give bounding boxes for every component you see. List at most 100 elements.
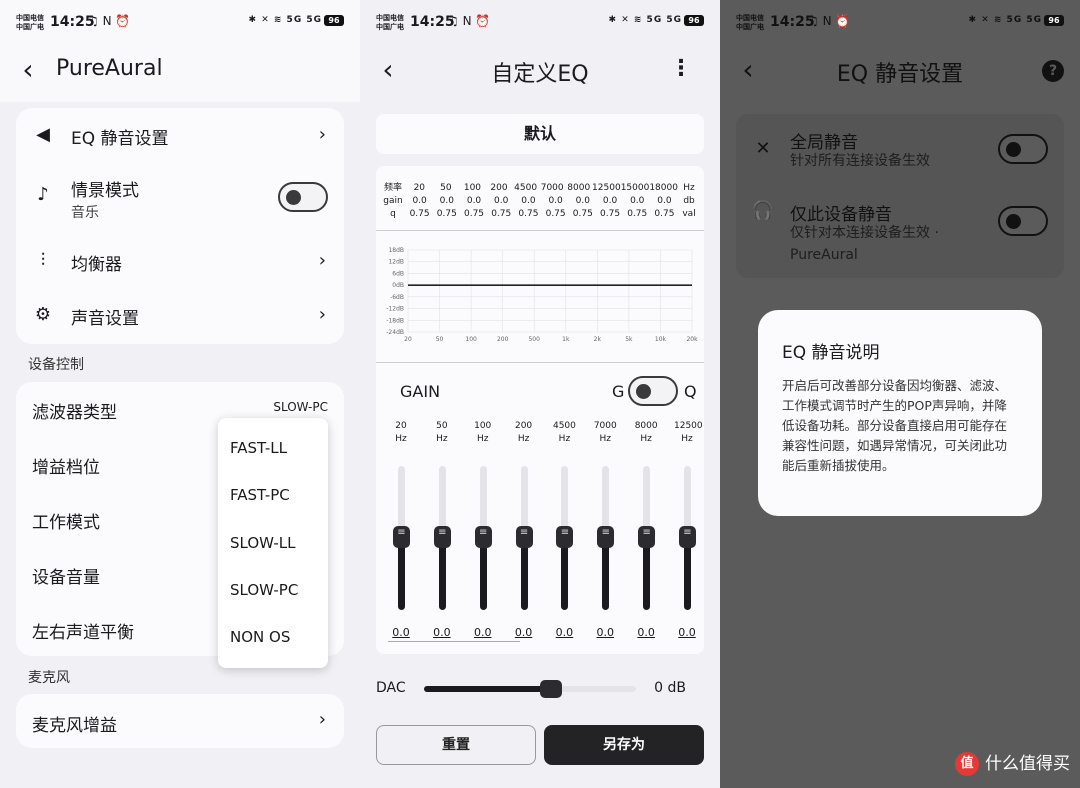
back-button[interactable]: ‹ [14,50,42,90]
menu-item-sound-settings[interactable]: ⚙ 声音设置 › [16,292,344,340]
q-cell: 0.75 [572,209,593,219]
page-title: EQ 静音设置 [836,62,964,87]
custom-eq-panel: 中国电信 中国广电 14:25 ♫ N ⏰ ✱ ✕ ≋ 5G 5G 96 ‹ 自定… [360,0,720,788]
band-gain-value[interactable]: 0.0 [429,626,455,639]
gear-icon: ⚙ [34,304,52,325]
menu-item-equalizer[interactable]: ⫶ 均衡器 › [16,238,344,286]
mic-gain-row[interactable]: 麦克风增益 › [16,697,344,745]
band-gain-value[interactable]: 0.0 [470,626,496,639]
eq-band-7000: 7000Hz 0.0 [592,420,618,650]
scene-mode-toggle[interactable] [278,182,328,212]
global-mute-toggle[interactable] [998,134,1048,164]
q-cell: q [390,209,396,219]
gain-cell: 0.0 [494,196,509,206]
menu-item-scene-mode[interactable]: ♪ 情景模式 音乐 [16,170,344,230]
menu-item-eq-mute[interactable]: ◀ EQ 静音设置 › [16,112,344,160]
page-title: 自定义EQ [491,62,589,87]
section-microphone: 麦克风 [28,670,70,686]
speaker-icon: ◀ [36,124,50,145]
band-gain-value[interactable]: 0.0 [388,626,414,639]
freq-cell: 100 [463,183,482,193]
band-frequency-label: 4500 Hz [552,421,576,444]
chevron-right-icon: › [318,304,326,325]
eq-mute-info-dialog: EQ 静音说明 开启后可改善部分设备因均衡器、滤波、工作模式调节时产生的POP声… [758,310,1042,516]
band-gain-value[interactable]: 0.0 [511,626,537,639]
preset-selector[interactable]: 默认 [376,114,704,154]
filter-option-non-os[interactable]: NON OS [230,628,290,646]
q-cell: 0.75 [409,209,430,219]
band-slider-thumb[interactable] [474,526,492,548]
signal-icons: ✱ ✕ ≋ 5G 5G [248,15,322,25]
band-slider-thumb[interactable] [597,526,615,548]
eq-mute-settings-panel: 中国电信 中国广电 14:25 ♫ N ⏰ ✱ ✕ ≋ 5G 5G 96 ‹ EQ… [720,0,1080,788]
graph-x-tick: 200 [497,336,509,343]
graph-x-tick: 20 [404,336,412,343]
band-slider-thumb[interactable] [515,526,533,548]
section-device-control: 设备控制 [28,357,84,373]
q-cell: 0.75 [545,209,566,219]
graph-y-tick: -12dB [386,306,404,313]
band-gain-value[interactable]: 0.0 [674,626,700,639]
band-frequency-label: 100 Hz [474,421,492,444]
dac-value: 0 dB [654,680,686,696]
filter-option-slow-pc[interactable]: SLOW-PC [230,581,298,599]
filter-type-dropdown: FAST-LL FAST-PC SLOW-LL SLOW-PC NON OS [218,418,328,668]
gain-cell: 0.0 [521,196,536,206]
eq-response-graph: 18dB 12dB 6dB 0dB -6dB -12dB -18dB -24dB20 50 100… [386,247,698,343]
mic-card: 麦克风增益 › [16,694,344,748]
band-slider-thumb[interactable] [433,526,451,548]
freq-cell: 15000 [620,183,650,193]
band-slider-thumb[interactable] [638,526,656,548]
band-slider-thumb[interactable] [393,526,410,548]
page-title: PureAural [56,56,163,81]
graph-y-tick: 12dB [388,259,404,266]
filter-option-slow-ll[interactable]: SLOW-LL [230,534,296,552]
gain-cell: 0.0 [439,196,454,206]
band-frequency-label: 200 Hz [514,421,533,444]
eq-band-50: 50Hz 0.0 [429,420,455,650]
reset-button[interactable]: 重置 [376,725,536,765]
freq-cell: 频率 [383,183,402,193]
toggle-g-label: G [612,382,625,401]
eq-band-12500: 12500Hz 0.0 [674,420,703,650]
q-cell: 0.75 [654,209,675,219]
q-cell: 0.75 [600,209,621,219]
q-cell: 0.75 [436,209,457,219]
filter-option-fast-pc[interactable]: FAST-PC [230,486,290,504]
q-row: q 0.75 0.75 0.75 0.75 0.75 0.75 0.75 0.75 0.75 0.7… [380,208,700,221]
band-gain-value[interactable]: 0.0 [633,626,659,639]
graph-y-tick: -24dB [386,329,404,336]
headphones-icon: 🎧 [751,200,775,221]
band-gain-value[interactable]: 0.0 [551,626,577,639]
freq-cell: 4500 [514,183,538,193]
freq-cell: 7000 [540,183,564,193]
filter-option-fast-ll[interactable]: FAST-LL [230,439,287,457]
gain-cell: 0.0 [466,196,482,206]
band-frequency-label: 20 Hz [395,421,407,444]
device-mute-row[interactable]: 🎧 仅此设备静音 仅针对本连接设备生效 · PureAural [736,196,1064,276]
dac-slider-thumb[interactable] [540,680,563,698]
freq-cell: 20 [413,183,426,193]
music-note-icon: ♪ [37,184,49,205]
graph-x-tick: 10k [655,336,667,343]
band-slider-thumb[interactable] [556,526,574,548]
graph-x-tick: 100 [465,336,477,343]
help-icon[interactable]: ? [1042,60,1064,82]
band-frequency-label: 7000 Hz [593,421,617,444]
signal-icons: ✱ ✕ ≋ 5G 5G [608,15,682,25]
gain-q-toggle[interactable] [628,376,678,406]
toggle-q-label: Q [684,382,697,401]
band-gain-value[interactable]: 0.0 [592,626,618,639]
save-as-button[interactable]: 另存为 [544,725,704,765]
mute-speaker-icon: ✕ [755,138,771,159]
device-mute-toggle[interactable] [998,206,1048,236]
more-options-icon[interactable]: ⋮ [670,56,692,81]
band-slider-thumb[interactable] [679,526,696,548]
eq-parameter-table: 频率 20 50 100 200 4500 7000 8000 12500 15000 18000 H… [380,182,700,221]
freq-cell: 200 [490,183,508,193]
global-mute-row[interactable]: ✕ 全局静音 针对所有连接设备生效 [736,114,1064,188]
freq-cell: 8000 [567,183,591,193]
gain-cell: db [683,196,695,206]
gain-cell: gain [383,196,403,206]
eq-band-4500: 4500Hz 0.0 [551,420,577,650]
